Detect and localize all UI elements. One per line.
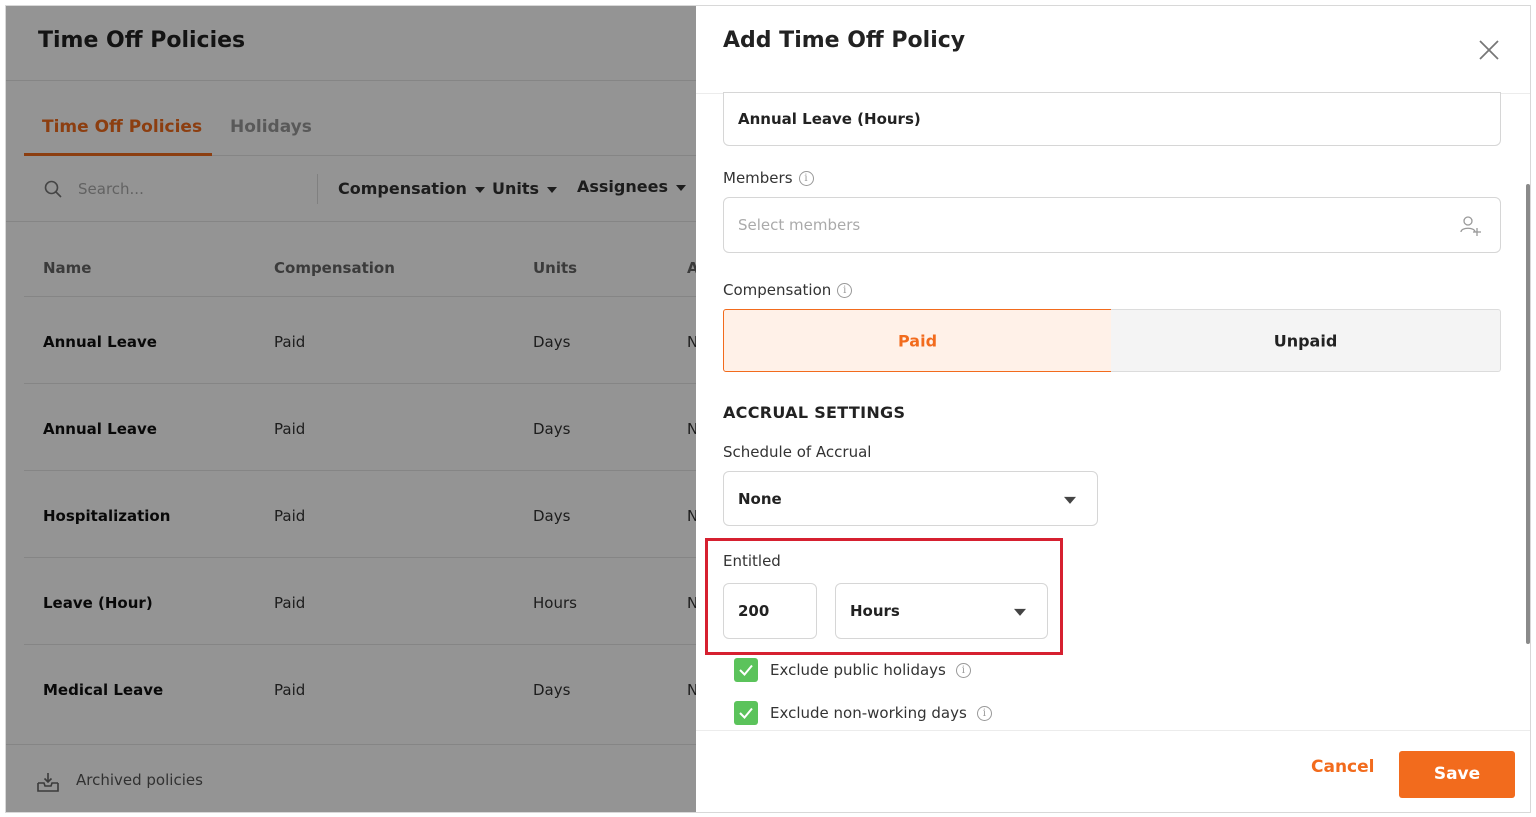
entitled-amount-input[interactable]: 200 — [723, 583, 817, 639]
schedule-dropdown[interactable]: None — [723, 471, 1098, 526]
modal-backdrop[interactable] — [6, 6, 696, 812]
policy-name-field[interactable]: Annual Leave (Hours) — [723, 92, 1501, 146]
compensation-label-text: Compensation — [723, 281, 832, 299]
app-frame: Time Off Policies Time Off Policies Holi… — [5, 5, 1531, 813]
exclude-public-holidays-label: Exclude public holidays i — [770, 661, 971, 679]
background-page: Time Off Policies Time Off Policies Holi… — [6, 6, 696, 812]
entitled-unit-value: Hours — [850, 602, 900, 620]
exclude-non-working-days-label: Exclude non-working days i — [770, 704, 992, 722]
compensation-paid-option[interactable]: Paid — [723, 309, 1112, 372]
info-icon[interactable]: i — [798, 171, 814, 186]
cancel-button[interactable]: Cancel — [1311, 757, 1374, 777]
compensation-unpaid-option[interactable]: Unpaid — [1111, 309, 1501, 372]
drawer-header: Add Time Off Policy — [696, 6, 1530, 94]
entitled-label: Entitled — [723, 552, 781, 570]
drawer-scrollbar[interactable] — [1526, 184, 1530, 644]
members-select[interactable]: Select members — [723, 197, 1501, 253]
close-icon[interactable] — [1476, 37, 1502, 63]
chevron-down-icon — [1014, 608, 1026, 616]
members-label: Members i — [723, 169, 814, 187]
add-policy-drawer: Add Time Off Policy Annual Leave (Hours)… — [696, 6, 1530, 812]
members-label-text: Members — [723, 169, 793, 187]
save-button[interactable]: Save — [1399, 751, 1515, 798]
exclude-non-working-days-checkbox[interactable] — [734, 701, 758, 725]
info-icon[interactable]: i — [955, 663, 971, 678]
schedule-value: None — [738, 489, 782, 508]
schedule-label: Schedule of Accrual — [723, 443, 872, 461]
info-icon[interactable]: i — [976, 706, 992, 721]
members-placeholder: Select members — [738, 216, 861, 234]
compensation-label: Compensation i — [723, 281, 853, 299]
compensation-unpaid-label: Unpaid — [1273, 331, 1338, 350]
checkmark-icon — [739, 664, 753, 676]
accrual-settings-heading: ACCRUAL SETTINGS — [723, 403, 906, 422]
add-member-icon[interactable] — [1460, 215, 1482, 237]
drawer-footer: Cancel Save — [696, 730, 1530, 812]
chevron-down-icon — [1064, 496, 1076, 504]
entitled-amount-value: 200 — [738, 602, 770, 620]
exclude-public-holidays-text: Exclude public holidays — [770, 661, 946, 679]
exclude-non-working-days-text: Exclude non-working days — [770, 704, 967, 722]
exclude-public-holidays-checkbox[interactable] — [734, 658, 758, 682]
compensation-paid-label: Paid — [897, 331, 938, 350]
drawer-title: Add Time Off Policy — [723, 28, 966, 53]
policy-name-value: Annual Leave (Hours) — [738, 110, 921, 128]
checkmark-icon — [739, 707, 753, 719]
info-icon[interactable]: i — [837, 283, 853, 298]
entitled-unit-dropdown[interactable]: Hours — [835, 583, 1048, 639]
